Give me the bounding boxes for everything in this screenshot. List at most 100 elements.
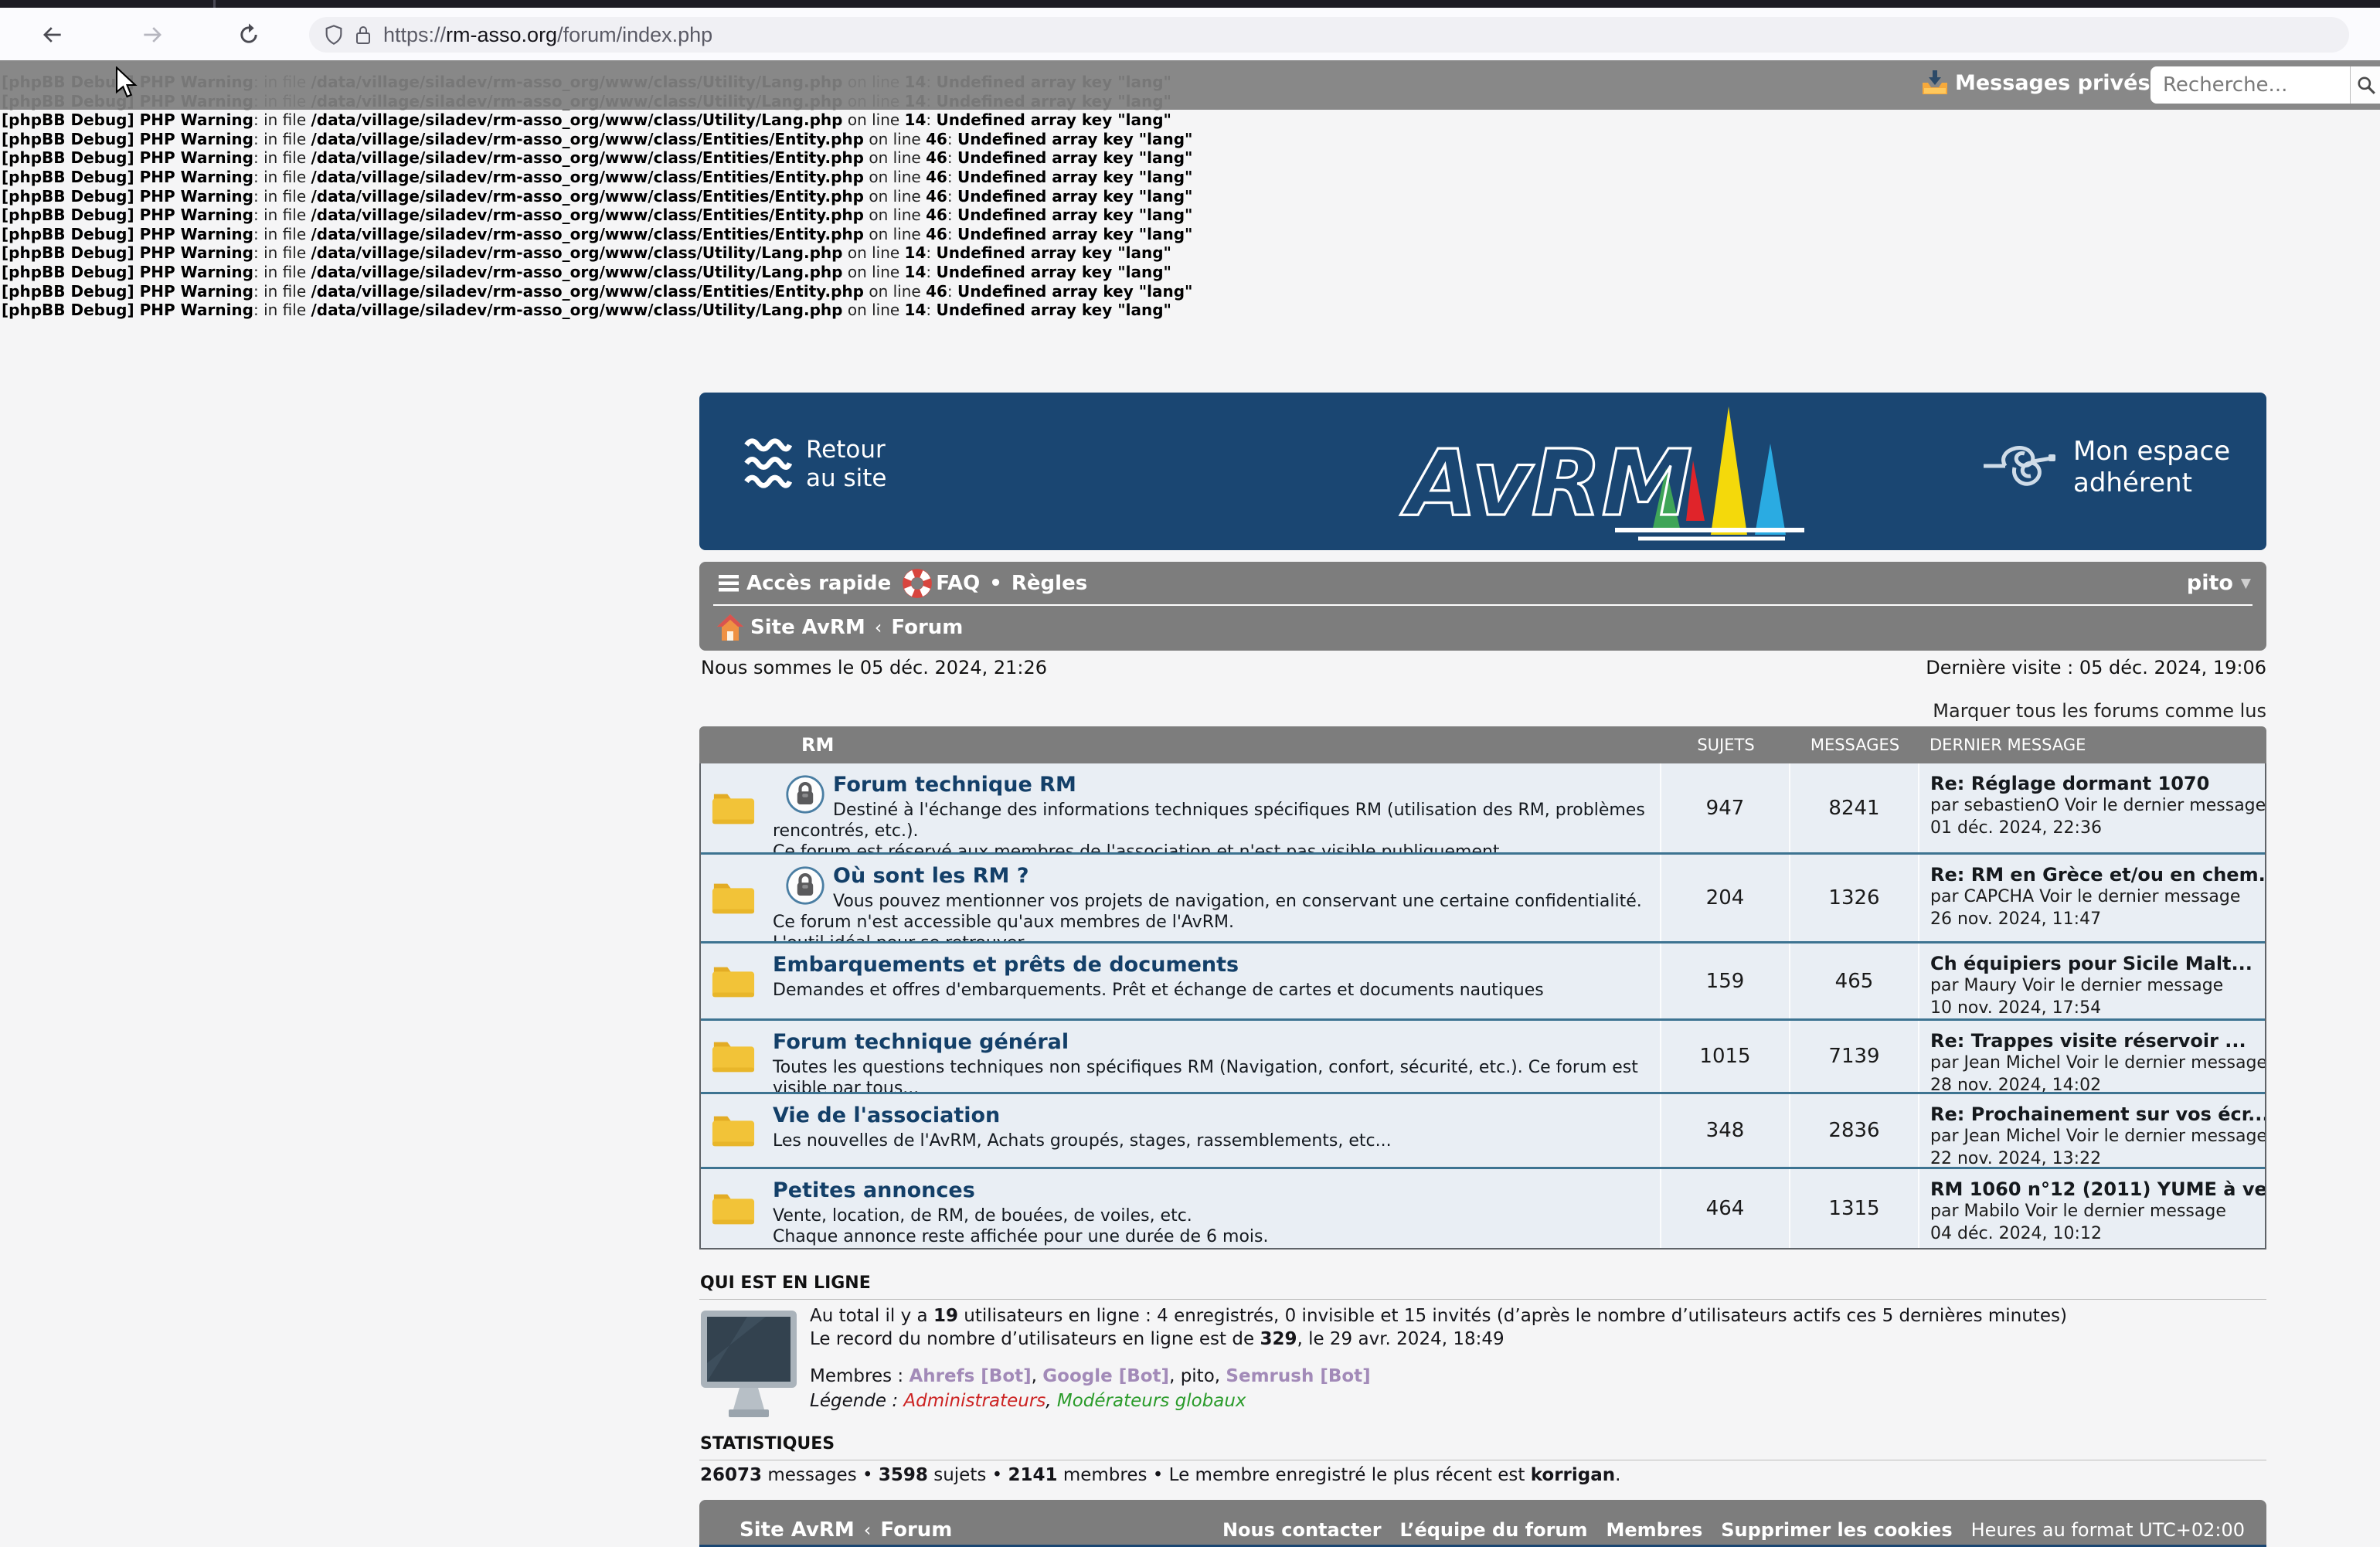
inline-link[interactable]: Ahrefs [Bot] <box>909 1366 1031 1386</box>
forum-title-link[interactable]: Où sont les RM ? <box>773 862 1646 888</box>
last-post-date: 26 nov. 2024, 11:47 <box>1930 908 2254 930</box>
inbox-icon <box>1921 70 1949 96</box>
last-post-title-link[interactable]: Ch équipiers pour Sicile Malt... <box>1930 953 2254 974</box>
view-last-post-link[interactable]: Voir le dernier message <box>2059 796 2265 815</box>
footer-link[interactable]: Supprimer les cookies <box>1721 1519 1952 1541</box>
footer-link[interactable]: Nous contacter <box>1222 1519 1382 1541</box>
category-link[interactable]: RM <box>765 734 1661 756</box>
last-post-title-link[interactable]: Re: Prochainement sur vos écr... <box>1930 1103 2254 1125</box>
inline-text: , le 29 avr. 2024, 18:49 <box>1297 1329 1504 1349</box>
inline-link[interactable]: korrigan <box>1531 1465 1615 1485</box>
topics-count: 947 <box>1660 763 1789 852</box>
last-post-title-link[interactable]: RM 1060 n°12 (2011) YUME à ve... <box>1930 1178 2254 1200</box>
last-post-author: par CAPCHA Voir le dernier message <box>1930 886 2254 908</box>
inline-text: , <box>1032 1366 1043 1386</box>
last-post-date: 10 nov. 2024, 17:54 <box>1930 997 2254 1018</box>
forum-title-link[interactable]: Forum technique RM <box>773 771 1646 797</box>
user-menu[interactable]: pito ▼ <box>2187 562 2251 604</box>
back-to-site-link[interactable]: Retourau site <box>744 436 887 493</box>
blue-sail <box>1755 444 1786 535</box>
breadcrumb-site-link[interactable]: Site AvRM <box>750 616 865 639</box>
column-topics: SUJETS <box>1661 736 1790 754</box>
footer-site-link[interactable]: Site AvRM <box>740 1518 855 1542</box>
stats-heading: STATISTIQUES <box>700 1434 835 1454</box>
search-box[interactable] <box>2150 66 2350 104</box>
last-post-username-link[interactable]: sebastienO <box>1964 796 2059 815</box>
last-post-title-link[interactable]: Re: RM en Grèce et/ou en chem... <box>1930 864 2254 886</box>
inline-text: 3598 <box>879 1465 928 1485</box>
forum-description: Demandes et offres d'embarquements. Prêt… <box>773 980 1646 1001</box>
inline-link[interactable]: Google [Bot] <box>1042 1366 1169 1386</box>
mark-forums-read-link[interactable]: Marquer tous les forums comme lus <box>699 700 2266 722</box>
footer-link[interactable]: L’équipe du forum <box>1400 1519 1588 1541</box>
forum-description: Toutes les questions techniques non spéc… <box>773 1057 1646 1092</box>
search-button[interactable] <box>2350 66 2380 104</box>
last-post-username-link[interactable]: Mabilo <box>1964 1202 2019 1221</box>
last-post-username-link[interactable]: Jean Michel <box>1964 1127 2060 1146</box>
inline-text: 26073 <box>700 1465 762 1485</box>
view-last-post-link[interactable]: Voir le dernier message <box>2034 887 2240 906</box>
inline-link[interactable]: pito <box>1181 1366 1215 1386</box>
home-icon[interactable] <box>716 613 744 642</box>
breadcrumb-forum-link[interactable]: Forum <box>891 616 963 639</box>
last-post-title-link[interactable]: Re: Trappes visite réservoir ... <box>1930 1030 2254 1052</box>
online-members: Membres : Ahrefs [Bot], Google [Bot], pi… <box>810 1366 1371 1386</box>
view-last-post-link[interactable]: Voir le dernier message <box>2061 1053 2265 1073</box>
avrm-logo[interactable]: AvRM <box>1383 399 1816 546</box>
member-space-link[interactable]: Mon espaceadhérent <box>1982 436 2230 499</box>
posts-count: 1326 <box>1789 855 1918 941</box>
footer-forum-link[interactable]: Forum <box>880 1518 952 1542</box>
topics-count: 348 <box>1660 1094 1789 1167</box>
url-bar[interactable]: https://rm-asso.org/forum/index.php <box>309 17 2349 53</box>
column-posts: MESSAGES <box>1790 736 1919 754</box>
inline-text: , <box>1046 1391 1057 1411</box>
last-post-username-link[interactable]: Jean Michel <box>1964 1053 2060 1073</box>
forum-title-link[interactable]: Embarquements et prêts de documents <box>773 951 1646 977</box>
inline-text: Le record du nombre d’utilisateurs en li… <box>810 1329 1260 1349</box>
search-input[interactable] <box>2161 73 2334 97</box>
forum-title-link[interactable]: Petites annonces <box>773 1177 1646 1202</box>
rules-link[interactable]: Règles <box>1012 572 1087 595</box>
folder-icon <box>711 1113 756 1148</box>
chevron-down-icon: ▼ <box>2241 576 2251 591</box>
lock-icon[interactable] <box>354 24 372 46</box>
back-icon[interactable] <box>34 16 71 53</box>
inline-link[interactable]: Modérateurs globaux <box>1057 1391 1246 1411</box>
forum-title-link[interactable]: Forum technique général <box>773 1028 1646 1054</box>
forum-table-header: RM SUJETS MESSAGES DERNIER MESSAGE <box>699 726 2266 763</box>
php-warning-line: [phpBB Debug] PHP Warning: in file /data… <box>2 187 1192 206</box>
forward-icon[interactable] <box>134 16 171 53</box>
inline-text: 19 <box>933 1306 958 1326</box>
last-post-author: par Mabilo Voir le dernier message <box>1930 1200 2254 1222</box>
quick-access-link[interactable]: Accès rapide <box>746 572 891 595</box>
inline-link[interactable]: Administrateurs <box>903 1391 1046 1411</box>
shield-icon[interactable] <box>323 24 345 46</box>
waves-icon <box>744 436 792 493</box>
last-post-title-link[interactable]: Re: Réglage dormant 1070 <box>1930 773 2254 794</box>
yellow-sail <box>1711 406 1747 535</box>
hamburger-icon[interactable] <box>719 575 739 592</box>
last-post-username-link[interactable]: CAPCHA <box>1964 887 2034 906</box>
faq-link[interactable]: FAQ <box>936 572 980 595</box>
view-last-post-link[interactable]: Voir le dernier message <box>2061 1127 2265 1146</box>
last-post-date: 28 nov. 2024, 14:02 <box>1930 1074 2254 1092</box>
last-post-username-link[interactable]: Maury <box>1964 976 2016 995</box>
reload-icon[interactable] <box>230 16 267 53</box>
view-last-post-link[interactable]: Voir le dernier message <box>2017 976 2223 995</box>
forum-header-banner: Retourau site AvRM Mon espaceadhérent <box>699 393 2266 550</box>
php-warning-line: [phpBB Debug] PHP Warning: in file /data… <box>2 243 1192 263</box>
view-last-post-link[interactable]: Voir le dernier message <box>2020 1202 2226 1221</box>
forum-title-link[interactable]: Vie de l'association <box>773 1102 1646 1127</box>
inline-text: , <box>1215 1366 1226 1386</box>
last-post-date: 04 déc. 2024, 10:12 <box>1930 1222 2254 1245</box>
online-legend: Légende : Administrateurs, Modérateurs g… <box>810 1391 1246 1411</box>
forum-description: Vous pouvez mentionner vos projets de na… <box>773 891 1646 941</box>
posts-count: 465 <box>1789 944 1918 1018</box>
inline-text: . <box>1615 1465 1620 1485</box>
inline-link[interactable]: Semrush [Bot] <box>1226 1366 1370 1386</box>
mouse-cursor <box>114 66 138 99</box>
last-post-date: 22 nov. 2024, 13:22 <box>1930 1148 2254 1167</box>
footer-link[interactable]: Membres <box>1606 1519 1703 1541</box>
forum-description: Destiné à l'échange des informations tec… <box>773 800 1646 852</box>
forum-row: Vie de l'associationLes nouvelles de l'A… <box>701 1092 2265 1167</box>
